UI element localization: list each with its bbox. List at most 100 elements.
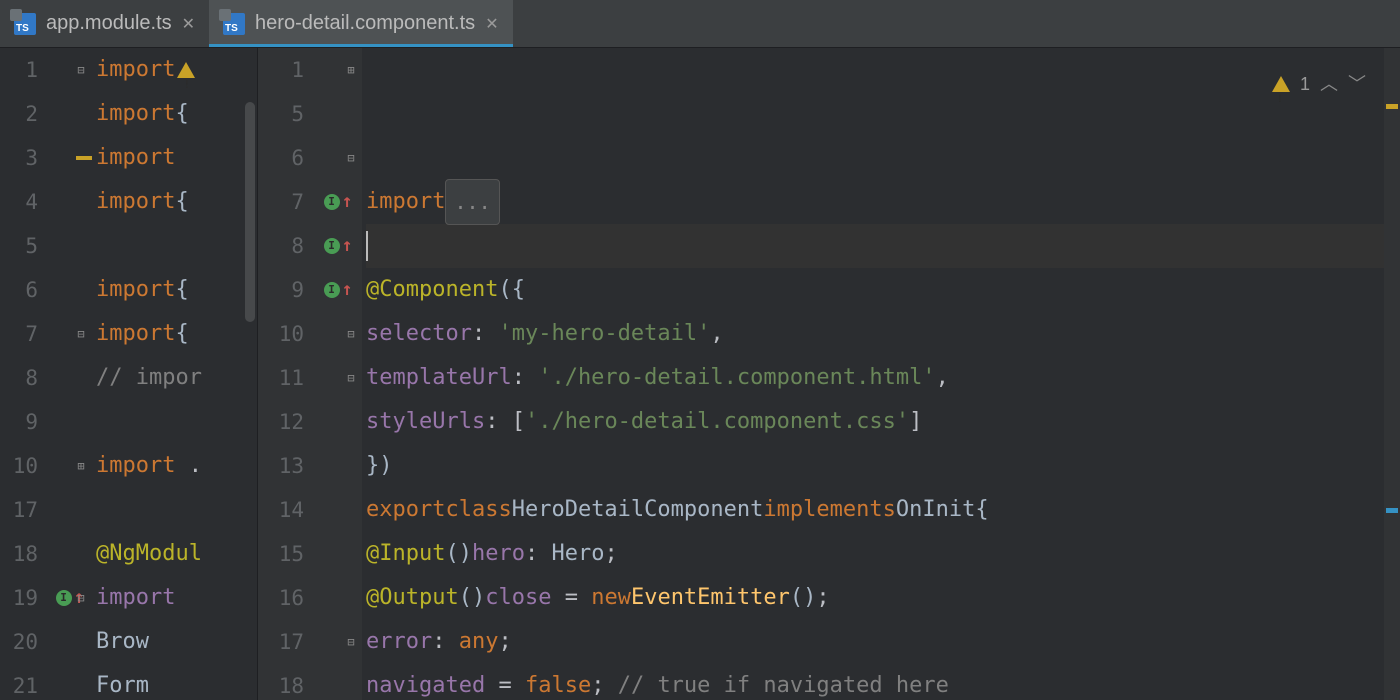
gutter-marker (314, 444, 362, 488)
gutter-marker (314, 664, 362, 700)
code-area[interactable]: importimport {importimport {import {impo… (92, 48, 257, 700)
fold-collapse-icon[interactable] (344, 327, 358, 341)
gutter-marker (48, 620, 92, 664)
gutter-marker (314, 356, 362, 400)
stripe-mark[interactable] (1386, 104, 1398, 109)
chevron-up-icon[interactable]: ︿ (1320, 62, 1338, 106)
editor-right[interactable]: 156789101112131415161718 I↑I↑I↑ 1 ︿ ﹀ im… (258, 48, 1400, 700)
code-line[interactable]: styleUrls: ['./hero-detail.component.css… (366, 400, 1384, 444)
gutter-marker (314, 620, 362, 664)
code-line[interactable]: import (96, 136, 257, 180)
gutter-marker (314, 48, 362, 92)
line-number: 8 (258, 224, 304, 268)
code-line[interactable] (96, 488, 257, 532)
chevron-down-icon[interactable]: ﹀ (1348, 62, 1366, 106)
gutter-markers: I↑I↑I↑ (314, 48, 362, 700)
inspection-widget[interactable]: 1 ︿ ﹀ (1272, 62, 1366, 106)
gutter-marker (314, 400, 362, 444)
tab-label: hero-detail.component.ts (255, 12, 475, 35)
line-number: 17 (258, 620, 304, 664)
fold-collapse-icon[interactable] (74, 591, 88, 605)
tab-app-module[interactable]: TS app.module.ts ✕ (0, 0, 209, 47)
code-line[interactable]: export class HeroDetailComponent impleme… (366, 488, 1384, 532)
fold-collapse-icon[interactable] (344, 151, 358, 165)
gutter-marker: I↑ (314, 180, 362, 224)
code-line[interactable]: @Output() close = new EventEmitter(); (366, 576, 1384, 620)
line-number: 18 (258, 664, 304, 700)
gutter-marker (314, 136, 362, 180)
line-number: 10 (0, 444, 38, 488)
code-line[interactable]: templateUrl: './hero-detail.component.ht… (366, 356, 1384, 400)
code-line[interactable]: selector: 'my-hero-detail', (366, 312, 1384, 356)
code-line[interactable]: // impor (96, 356, 257, 400)
implement-marker-icon[interactable]: I (324, 238, 340, 254)
line-number: 17 (0, 488, 38, 532)
arrow-up-icon: ↑ (342, 268, 353, 312)
line-number: 11 (258, 356, 304, 400)
line-number: 1 (0, 48, 38, 92)
line-number: 6 (0, 268, 38, 312)
gutter-marker: I↑ (48, 576, 92, 620)
fold-collapse-icon[interactable] (74, 327, 88, 341)
line-number: 4 (0, 180, 38, 224)
split-editors: 123456789101718192021 I↑ importimport {i… (0, 48, 1400, 700)
close-icon[interactable]: ✕ (182, 14, 195, 34)
code-line[interactable]: import (96, 576, 257, 620)
gutter-marker (48, 400, 92, 444)
code-line[interactable] (366, 224, 1384, 268)
code-line[interactable]: import . (96, 444, 257, 488)
code-line[interactable]: import { (96, 312, 257, 356)
stripe-mark[interactable] (1386, 508, 1398, 513)
typescript-file-icon: TS (14, 13, 36, 35)
warning-icon (177, 62, 195, 78)
code-line[interactable]: import { (96, 268, 257, 312)
line-number: 15 (258, 532, 304, 576)
implement-marker-icon[interactable]: I (56, 590, 72, 606)
gutter-marker (314, 312, 362, 356)
code-line[interactable]: error: any; (366, 620, 1384, 664)
fold-collapse-icon[interactable] (74, 63, 88, 77)
implement-marker-icon[interactable]: I (324, 194, 340, 210)
line-number: 20 (0, 620, 38, 664)
gutter-marker (48, 444, 92, 488)
code-line[interactable]: import (96, 48, 257, 92)
code-line[interactable]: @Input() hero: Hero; (366, 532, 1384, 576)
tab-label: app.module.ts (46, 12, 172, 35)
implement-marker-icon[interactable]: I (324, 282, 340, 298)
close-icon[interactable]: ✕ (485, 14, 498, 34)
gutter-marker (48, 136, 92, 180)
code-line[interactable]: import { (96, 180, 257, 224)
code-line[interactable]: import ... (366, 180, 1384, 224)
gutter-marker (48, 356, 92, 400)
code-line[interactable] (96, 400, 257, 444)
line-number: 5 (0, 224, 38, 268)
code-line[interactable]: Form (96, 664, 257, 700)
fold-expand-icon[interactable] (344, 63, 358, 77)
gutter-marker: I↑ (314, 224, 362, 268)
tab-hero-detail[interactable]: TS hero-detail.component.ts ✕ (209, 0, 513, 47)
scrollbar[interactable] (245, 102, 255, 322)
code-line[interactable]: navigated = false; // true if navigated … (366, 664, 1384, 700)
gutter-marker (314, 532, 362, 576)
code-line[interactable]: @Component({ (366, 268, 1384, 312)
code-line[interactable]: import { (96, 92, 257, 136)
error-stripe[interactable] (1384, 48, 1400, 700)
arrow-up-icon: ↑ (342, 224, 353, 268)
gutter-markers: I↑ (48, 48, 92, 700)
gutter-marker (48, 488, 92, 532)
code-line[interactable]: Brow (96, 620, 257, 664)
fold-collapse-icon[interactable] (344, 635, 358, 649)
code-area[interactable]: 1 ︿ ﹀ import ... @Component({ selector: '… (362, 48, 1384, 700)
editor-left[interactable]: 123456789101718192021 I↑ importimport {i… (0, 48, 258, 700)
line-number: 16 (258, 576, 304, 620)
fold-expand-icon[interactable] (74, 459, 88, 473)
fold-collapse-icon[interactable] (344, 371, 358, 385)
line-number: 13 (258, 444, 304, 488)
line-number: 7 (258, 180, 304, 224)
warning-icon (1272, 76, 1290, 92)
typescript-file-icon: TS (223, 13, 245, 35)
code-line[interactable] (96, 224, 257, 268)
code-line[interactable]: @NgModul (96, 532, 257, 576)
code-line[interactable]: }) (366, 444, 1384, 488)
arrow-up-icon: ↑ (342, 180, 353, 224)
